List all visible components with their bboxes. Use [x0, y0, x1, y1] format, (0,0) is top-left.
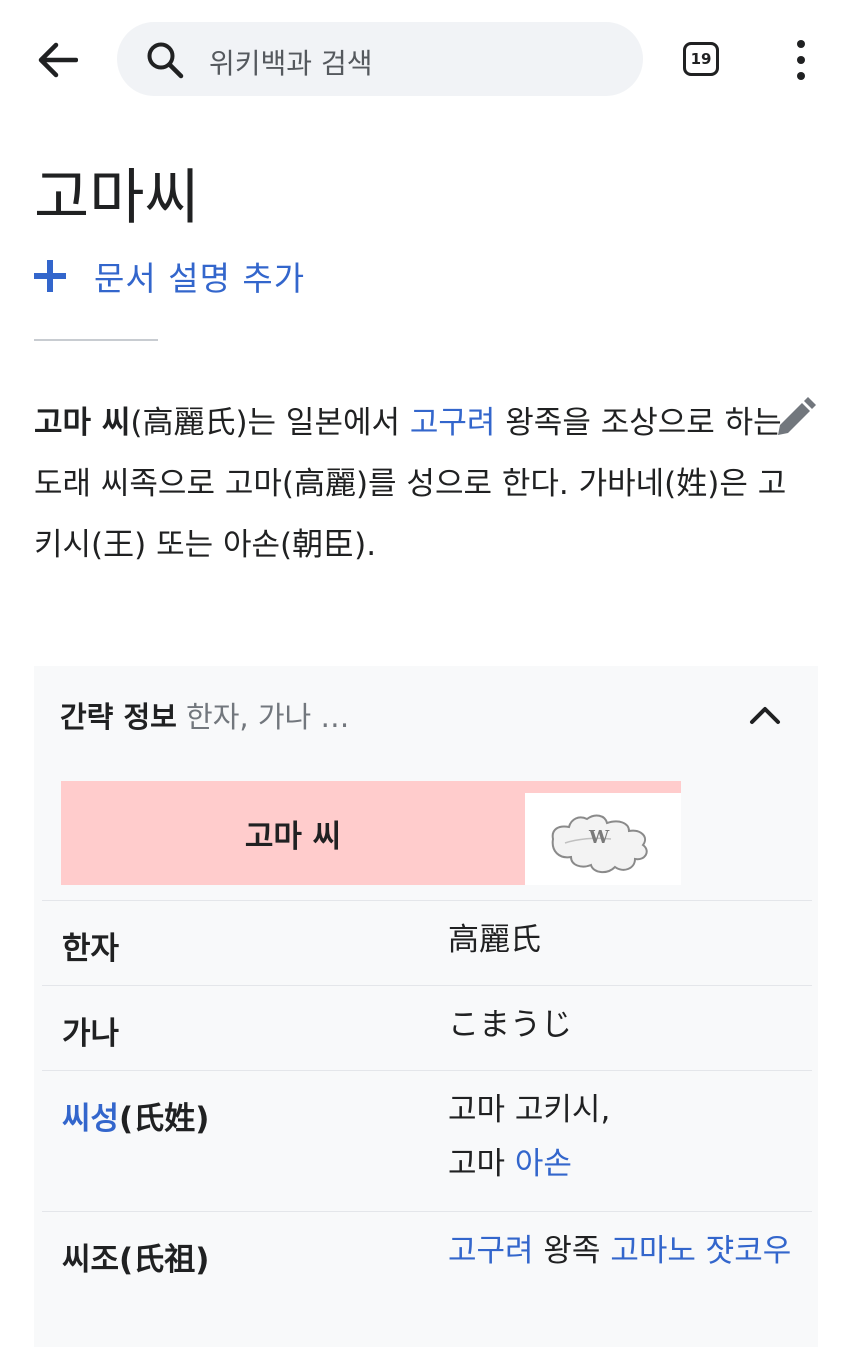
row-key: 한자	[62, 931, 120, 967]
top-toolbar: 위키백과 검색 19	[0, 0, 850, 120]
row-value: こまうじ	[448, 1007, 572, 1043]
search-input[interactable]: 위키백과 검색	[117, 22, 643, 96]
row-value: 고마 고키시, 고마 아손	[448, 1083, 798, 1191]
search-icon	[145, 40, 185, 84]
infobox-header-summary: 한자, 가나 …	[176, 700, 350, 734]
lead-bold-name: 고마 씨	[34, 405, 131, 441]
page-title: 고마씨	[34, 163, 200, 233]
row-key: 씨성(氏姓)	[62, 1093, 209, 1138]
tabs-icon[interactable]: 19	[683, 42, 719, 76]
lead-text-1: (高麗氏)는 일본에서	[130, 405, 410, 441]
overflow-menu-icon[interactable]	[784, 38, 818, 82]
link-goguryeo-2[interactable]: 고구려	[448, 1233, 534, 1269]
puzzle-letter: W	[588, 827, 610, 848]
row-value-line1: 고마 고키시,	[448, 1092, 611, 1128]
add-description-label: 문서 설명 추가	[94, 259, 306, 298]
infobox-row: 씨조(氏祖) 고구려 왕족 고마노 쟛코우	[42, 1211, 812, 1348]
row-value-text: 왕족	[533, 1233, 611, 1269]
row-value: 高麗氏	[448, 922, 541, 958]
row-key-rest: (氏姓)	[119, 1101, 210, 1137]
divider	[34, 339, 158, 341]
tabs-count: 19	[690, 50, 712, 68]
row-value-line2: 고마	[448, 1146, 515, 1182]
row-value: 고구려 왕족 고마노 쟛코우	[448, 1224, 798, 1278]
infobox-title: 고마 씨	[244, 818, 342, 855]
link-ssiseong[interactable]: 씨성	[62, 1101, 119, 1137]
wikiproject-puzzle-icon: W	[525, 793, 681, 885]
lead-paragraph: 고마 씨(高麗氏)는 일본에서 고구려 왕족을 조상으로 하는 도래 씨족으로 …	[34, 393, 794, 576]
plus-icon	[34, 260, 66, 292]
infobox: 간략 정보 한자, 가나 … 고마 씨 W 한자 高麗氏 가나 こまうじ 씨성(…	[34, 666, 818, 1347]
edit-pencil-icon[interactable]	[774, 397, 816, 439]
infobox-row: 한자 高麗氏	[42, 900, 812, 985]
infobox-row: 씨성(氏姓) 고마 고키시, 고마 아손	[42, 1070, 812, 1211]
link-koma-no-jakko[interactable]: 고마노 쟛코우	[610, 1233, 791, 1269]
row-key: 가나	[62, 1016, 120, 1052]
add-description-button[interactable]: 문서 설명 추가	[34, 254, 305, 298]
infobox-header[interactable]: 간략 정보 한자, 가나 …	[60, 694, 349, 736]
search-placeholder: 위키백과 검색	[209, 47, 373, 80]
chevron-up-icon[interactable]	[748, 698, 782, 732]
link-ason[interactable]: 아손	[515, 1146, 572, 1182]
row-key: 씨조(氏祖)	[62, 1242, 210, 1278]
back-arrow-icon[interactable]	[30, 34, 86, 86]
infobox-row: 가나 こまうじ	[42, 985, 812, 1070]
link-goguryeo[interactable]: 고구려	[410, 405, 496, 441]
infobox-banner: 고마 씨 W	[61, 781, 681, 885]
infobox-header-title: 간략 정보	[60, 700, 177, 734]
